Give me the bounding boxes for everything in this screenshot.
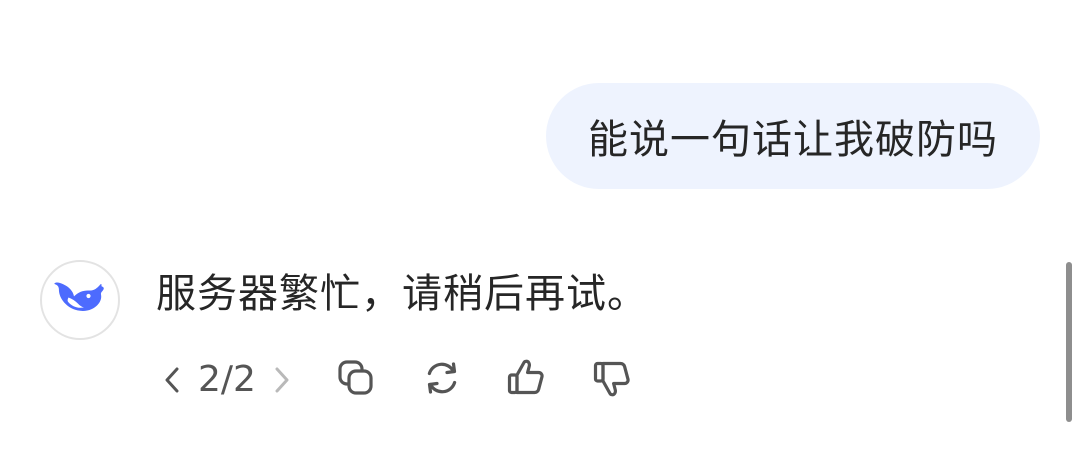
thumbs-down-icon — [590, 356, 634, 404]
response-page-count: 2/2 — [198, 359, 256, 400]
copy-icon — [334, 356, 378, 404]
assistant-avatar — [40, 260, 120, 340]
copy-button[interactable] — [334, 355, 378, 405]
regenerate-button[interactable] — [420, 355, 464, 405]
like-button[interactable] — [504, 355, 548, 405]
whale-icon — [54, 278, 106, 322]
user-message-bubble: 能说一句话让我破防吗 — [546, 83, 1040, 189]
refresh-icon — [420, 356, 464, 404]
message-actions: 2/2 — [158, 355, 634, 405]
dislike-button[interactable] — [590, 355, 634, 405]
chevron-left-icon[interactable] — [158, 355, 186, 405]
chat-view: 能说一句话让我破防吗 服务器繁忙，请稍后再试。 2/2 — [0, 0, 1080, 475]
user-message-text: 能说一句话让我破防吗 — [588, 117, 998, 163]
response-pager: 2/2 — [158, 355, 296, 405]
assistant-message-text: 服务器繁忙，请稍后再试。 — [156, 271, 648, 317]
scrollbar-thumb[interactable] — [1066, 262, 1072, 422]
thumbs-up-icon — [504, 356, 548, 404]
chevron-right-icon[interactable] — [268, 355, 296, 405]
